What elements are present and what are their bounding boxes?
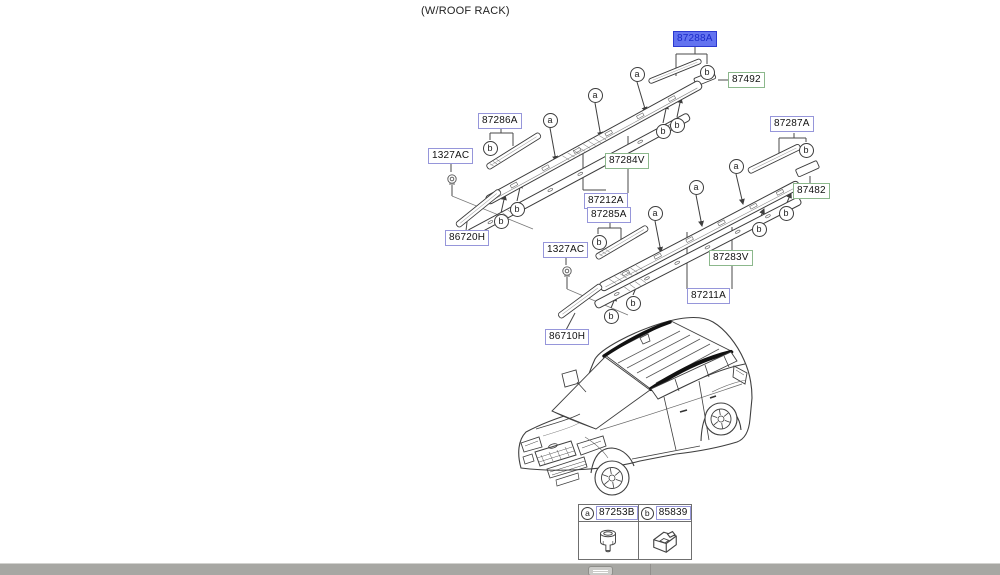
part-label-87284v[interactable]: 87284V bbox=[605, 153, 649, 169]
marker-a: a bbox=[542, 112, 558, 128]
part-label-87482[interactable]: 87482 bbox=[793, 183, 830, 199]
piece-87482 bbox=[795, 160, 820, 178]
strip-87287a bbox=[747, 144, 801, 174]
marker-b: b bbox=[699, 64, 715, 80]
marker-b: b bbox=[509, 201, 525, 217]
marker-a: a bbox=[587, 87, 603, 103]
marker-b: b bbox=[798, 142, 814, 158]
legend-marker-b: b bbox=[640, 506, 654, 520]
marker-a: a bbox=[688, 179, 704, 195]
part-label-87211a[interactable]: 87211A bbox=[687, 288, 730, 304]
part-label-86710h[interactable]: 86710H bbox=[545, 329, 590, 345]
marker-b: b bbox=[493, 213, 509, 229]
page-title: (W/ROOF RACK) bbox=[421, 5, 510, 17]
marker-b: b bbox=[625, 295, 641, 311]
marker-b: b bbox=[669, 117, 685, 133]
part-label-1327ac-2[interactable]: 1327AC bbox=[543, 242, 589, 258]
legend-cell-a: a 87253B bbox=[579, 505, 639, 559]
statusbar bbox=[0, 563, 1000, 575]
marker-a: a bbox=[629, 66, 645, 82]
legend-cell-b: b 85839 bbox=[638, 505, 691, 559]
marker-b: b bbox=[482, 140, 498, 156]
exploded-diagram bbox=[447, 46, 820, 496]
legend-marker-a: a bbox=[581, 506, 594, 520]
marker-b: b bbox=[751, 221, 767, 237]
part-label-86720h[interactable]: 86720H bbox=[445, 230, 490, 246]
legend-part-87253b[interactable]: 87253B bbox=[596, 506, 638, 520]
part-label-87286a[interactable]: 87286A bbox=[478, 113, 522, 129]
marker-a: a bbox=[728, 158, 744, 174]
sheet-clip-icon bbox=[653, 530, 677, 553]
push-clip-icon bbox=[600, 529, 617, 553]
marker-b: b bbox=[603, 308, 619, 324]
parts-catalog-page: (W/ROOF RACK) 87288A 87492 87286A 1327AC… bbox=[0, 0, 1000, 575]
statusbar-drag-handle[interactable] bbox=[588, 566, 613, 575]
part-label-87288a[interactable]: 87288A bbox=[673, 31, 717, 47]
marker-b: b bbox=[655, 123, 671, 139]
part-label-87283v[interactable]: 87283V bbox=[709, 250, 753, 266]
part-label-87287a[interactable]: 87287A bbox=[770, 116, 814, 132]
marker-a: a bbox=[647, 205, 663, 221]
legend-part-85839[interactable]: 85839 bbox=[655, 506, 691, 520]
part-label-87285a[interactable]: 87285A bbox=[587, 207, 631, 223]
marker-b: b bbox=[778, 205, 794, 221]
marker-b: b bbox=[591, 234, 607, 250]
statusbar-divider bbox=[650, 564, 651, 575]
legend-table: a 87253B b 85839 bbox=[578, 504, 692, 560]
part-label-1327ac-1[interactable]: 1327AC bbox=[428, 148, 474, 164]
part-label-87492[interactable]: 87492 bbox=[728, 72, 765, 88]
